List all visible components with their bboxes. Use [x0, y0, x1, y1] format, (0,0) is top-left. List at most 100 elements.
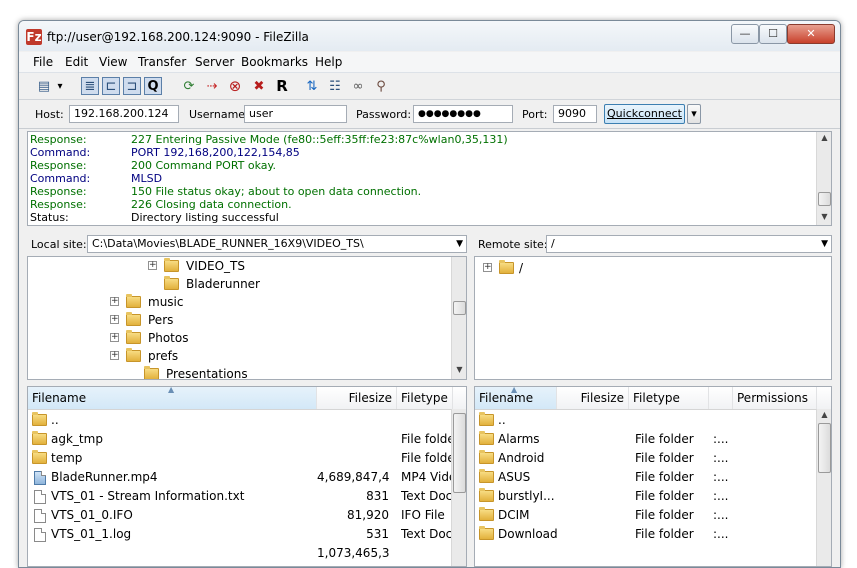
local-col-filesize[interactable]: Filesize: [317, 387, 397, 409]
local-tree-scroll-thumb[interactable]: [453, 301, 466, 315]
tree-expand-icon[interactable]: +: [110, 297, 119, 306]
log-entry-label: Response:: [30, 159, 87, 172]
table-row[interactable]: BladeRunner.mp4 4,689,847,4... MP4 Video: [28, 468, 466, 487]
log-entry-message: PORT 192,168,200,122,154,85: [131, 146, 300, 159]
log-entry-message: 200 Command PORT okay.: [131, 159, 276, 172]
file-name: ..: [498, 413, 506, 427]
menu-edit[interactable]: Edit: [65, 55, 88, 69]
search-icon[interactable]: ⚲: [372, 77, 390, 95]
remote-site-path-input[interactable]: / ▼: [546, 235, 832, 253]
tree-expand-icon[interactable]: +: [483, 263, 492, 272]
table-row[interactable]: 1,073,465,3...: [28, 544, 466, 563]
remote-path-dropdown-icon[interactable]: ▼: [821, 237, 828, 251]
menu-transfer[interactable]: Transfer: [138, 55, 186, 69]
port-input[interactable]: 9090: [553, 105, 597, 123]
remote-col-filesize[interactable]: Filesize: [557, 387, 629, 409]
tree-item[interactable]: Bladerunner: [28, 275, 448, 293]
table-row[interactable]: VTS_01 - Stream Information.txt 831 Text D…: [28, 487, 466, 506]
table-row[interactable]: ..: [28, 411, 466, 430]
menu-help[interactable]: Help: [315, 55, 342, 69]
process-queue-icon[interactable]: ⇢: [203, 77, 221, 95]
tree-item[interactable]: + Pers: [28, 311, 448, 329]
tree-item[interactable]: + VIDEO_TS: [28, 257, 448, 275]
refresh-icon[interactable]: ⟳: [180, 77, 198, 95]
quickconnect-dropdown-icon[interactable]: ▾: [687, 104, 701, 124]
file-name: BladeRunner.mp4: [51, 470, 158, 484]
cancel-icon[interactable]: ⊗: [226, 77, 244, 95]
scroll-up-arrow-icon[interactable]: ▲: [817, 410, 831, 419]
remote-col-filename[interactable]: ▲ Filename: [475, 387, 557, 409]
log-entry-label: Response:: [30, 198, 87, 211]
local-list-scroll-thumb[interactable]: [453, 413, 466, 493]
remote-col-permissions[interactable]: Permissions: [733, 387, 817, 409]
filter-icon[interactable]: ☷: [326, 77, 344, 95]
disconnect-icon[interactable]: ✖: [250, 77, 268, 95]
toggle-remote-tree-icon[interactable]: ⊐: [123, 77, 141, 95]
table-row[interactable]: burstlyI... File folder:...: [475, 487, 831, 506]
tree-expand-icon[interactable]: +: [110, 333, 119, 342]
table-row[interactable]: Alarms File folder:...: [475, 430, 831, 449]
quickconnect-button[interactable]: Quickconnect: [604, 104, 685, 124]
table-row[interactable]: DCIM File folder:...: [475, 506, 831, 525]
menu-view[interactable]: View: [99, 55, 127, 69]
close-button[interactable]: ✕: [787, 24, 835, 44]
toggle-queue-icon[interactable]: Q: [144, 77, 162, 95]
table-row[interactable]: ASUS File folder:...: [475, 468, 831, 487]
log-entry-label: Response:: [30, 133, 87, 146]
local-path-dropdown-icon[interactable]: ▼: [456, 237, 463, 251]
local-col-filetype[interactable]: Filetype: [397, 387, 453, 409]
message-log[interactable]: Response: 227 Entering Passive Mode (fe80…: [27, 131, 832, 226]
scroll-down-arrow-icon[interactable]: ▼: [452, 365, 466, 374]
site-manager-icon[interactable]: ▤: [35, 77, 53, 95]
local-tree-scrollbar[interactable]: ▼: [451, 257, 466, 379]
host-input[interactable]: 192.168.200.124: [69, 105, 179, 123]
table-row[interactable]: temp File folder: [28, 449, 466, 468]
remote-col-lastmodified[interactable]: [709, 387, 733, 409]
tree-item[interactable]: + Photos: [28, 329, 448, 347]
folder-icon: [126, 294, 141, 308]
table-row[interactable]: ..: [475, 411, 831, 430]
local-file-list[interactable]: ▲ Filename Filesize Filetype .. agk_tmp Fi…: [27, 386, 467, 567]
username-input[interactable]: user: [244, 105, 347, 123]
menu-server[interactable]: Server: [195, 55, 234, 69]
remote-list-scroll-thumb[interactable]: [818, 423, 831, 473]
log-entry-label: Status:: [30, 211, 69, 224]
minimize-button[interactable]: —: [731, 24, 759, 44]
menu-file[interactable]: File: [33, 55, 53, 69]
table-row[interactable]: Download File folder:...: [475, 525, 831, 544]
maximize-button[interactable]: ☐: [759, 24, 787, 44]
remote-list-scrollbar[interactable]: ▲: [816, 409, 831, 566]
tree-item[interactable]: + prefs: [28, 347, 448, 365]
directory-compare-icon[interactable]: ⇅: [303, 77, 321, 95]
table-row[interactable]: agk_tmp File folder: [28, 430, 466, 449]
tree-item[interactable]: + music: [28, 293, 448, 311]
toggle-message-log-icon[interactable]: ≣: [81, 77, 99, 95]
remote-file-list[interactable]: ▲ Filename Filesize Filetype Permissions…: [474, 386, 832, 567]
log-scrollbar[interactable]: ▲ ▼: [816, 132, 831, 225]
remote-site-label: Remote site:: [478, 238, 548, 251]
tree-item[interactable]: Presentations: [28, 365, 448, 379]
log-scroll-thumb[interactable]: [818, 192, 831, 206]
table-row[interactable]: VTS_01_1.log 531 Text Document: [28, 525, 466, 544]
tree-item[interactable]: + /: [475, 259, 815, 277]
table-row[interactable]: VTS_01_0.IFO 81,920 IFO File: [28, 506, 466, 525]
tree-expand-icon[interactable]: +: [110, 351, 119, 360]
toggle-local-tree-icon[interactable]: ⊏: [102, 77, 120, 95]
password-input[interactable]: ●●●●●●●●: [413, 105, 513, 123]
sync-browsing-icon[interactable]: ∞: [349, 77, 367, 95]
local-col-filename[interactable]: ▲ Filename: [28, 387, 317, 409]
local-directory-tree[interactable]: + VIDEO_TS Bladerunner + music + Pers + Photos + p…: [27, 256, 467, 380]
site-manager-dropdown-icon[interactable]: ▾: [55, 77, 65, 95]
tree-expand-icon[interactable]: +: [110, 315, 119, 324]
local-site-path-input[interactable]: C:\Data\Movies\BLADE_RUNNER_16X9\VIDEO_T…: [87, 235, 467, 253]
tree-expand-icon[interactable]: +: [148, 261, 157, 270]
scroll-up-arrow-icon[interactable]: ▲: [817, 133, 832, 142]
local-list-scrollbar[interactable]: [451, 409, 466, 566]
scroll-down-arrow-icon[interactable]: ▼: [817, 212, 832, 221]
table-row[interactable]: Android File folder:...: [475, 449, 831, 468]
menu-bookmarks[interactable]: Bookmarks: [241, 55, 308, 69]
remote-col-filetype[interactable]: Filetype: [629, 387, 709, 409]
folder-icon: [144, 366, 159, 379]
reconnect-icon[interactable]: R: [273, 77, 291, 95]
remote-directory-tree[interactable]: + /: [474, 256, 832, 380]
